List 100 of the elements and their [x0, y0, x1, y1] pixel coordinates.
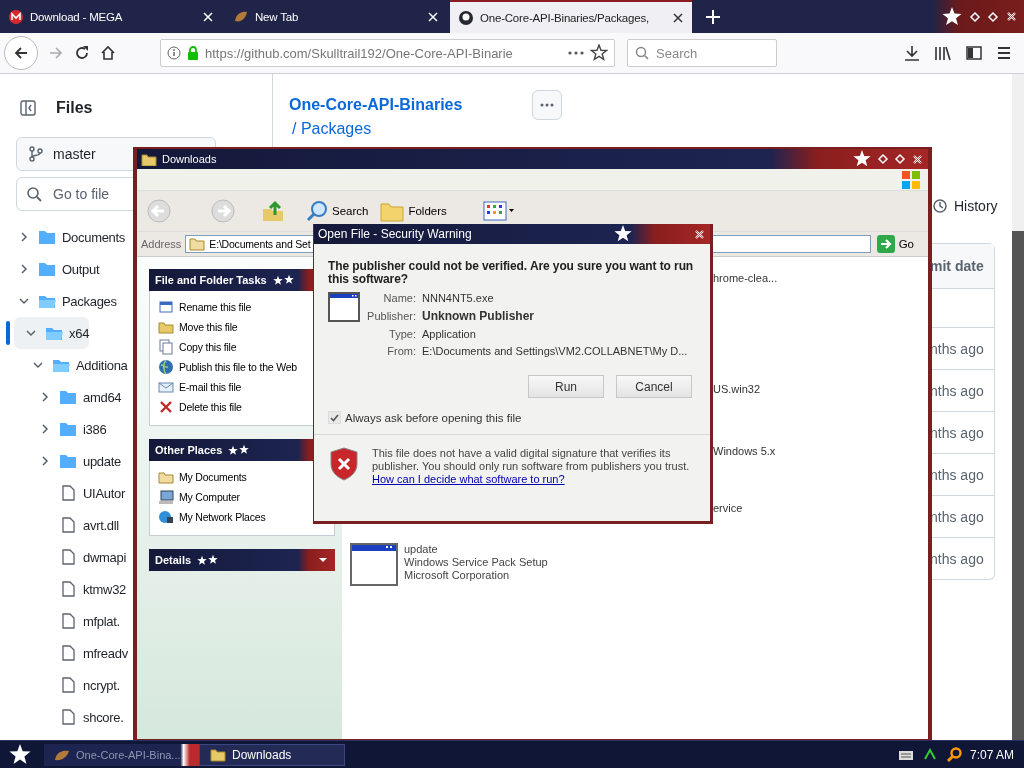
- item-label: Additiona: [76, 357, 128, 373]
- more-dots-icon[interactable]: [568, 51, 584, 55]
- sidebar-icon[interactable]: [966, 45, 982, 61]
- checkbox-label: Always ask before opening this file: [345, 411, 522, 424]
- restore-icon[interactable]: [969, 10, 981, 23]
- item-label: i386: [83, 421, 107, 437]
- back-button[interactable]: [4, 36, 38, 70]
- field-label: Type:: [388, 328, 416, 340]
- tree-item[interactable]: avrt.dll: [14, 509, 119, 541]
- item-label: update: [83, 453, 121, 469]
- reload-icon[interactable]: [74, 45, 90, 61]
- file-description: Windows Service Pack Setup: [404, 556, 548, 569]
- file-icon: [59, 709, 77, 725]
- address-label: Address: [141, 238, 182, 250]
- tree-item[interactable]: Packages: [14, 285, 117, 317]
- tree-item[interactable]: UIAutor: [14, 477, 125, 509]
- download-icon[interactable]: [904, 45, 920, 61]
- delete-icon: [158, 399, 174, 415]
- taskbar-button[interactable]: One-Core-API-Bina...: [44, 744, 199, 766]
- back-arrow-icon: [13, 45, 29, 61]
- selection-indicator: [6, 321, 10, 345]
- address-bar[interactable]: https://github.com/Skulltrail192/One-Core-API-Binarie: [160, 39, 615, 67]
- field-value: E:\Documents and Settings\VM2.COLLABNET\My D...: [422, 345, 688, 357]
- home-icon[interactable]: [100, 45, 116, 61]
- dialog-button[interactable]: Run: [528, 375, 604, 398]
- file-label: US.win32: [713, 383, 761, 395]
- browser-tab[interactable]: New Tab: [225, 0, 447, 33]
- item-label: shcore.: [83, 709, 124, 725]
- tree-item[interactable]: amd64: [14, 381, 122, 413]
- program-icon: [328, 292, 360, 324]
- history-link[interactable]: History: [932, 196, 1012, 216]
- folder-icon: [59, 453, 77, 469]
- tree-item[interactable]: Output: [14, 253, 100, 285]
- magnifier-icon[interactable]: [945, 747, 962, 763]
- checkbox[interactable]: [328, 411, 341, 424]
- tree-item[interactable]: ncrypt.: [14, 669, 120, 701]
- folder-icon: [59, 389, 77, 405]
- search-icon: [635, 46, 649, 60]
- tree-item[interactable]: Documents: [14, 221, 126, 253]
- scrollbar[interactable]: [1012, 74, 1024, 741]
- arrow-right-icon: [876, 235, 895, 253]
- repo-link[interactable]: One-Core-API-Binaries: [289, 96, 463, 114]
- folder-icon: [59, 421, 77, 437]
- panel-title: Details: [155, 554, 192, 566]
- file-icon: [59, 485, 77, 501]
- program-icon: [350, 543, 398, 586]
- maximize-icon[interactable]: [894, 153, 906, 165]
- file-item[interactable]: update Windows Service Pack Setup Microsoft Corporation: [350, 543, 548, 586]
- scrollbar-thumb[interactable]: [1012, 231, 1024, 741]
- tree-item[interactable]: i386: [14, 413, 107, 445]
- close-icon[interactable]: [911, 152, 924, 166]
- item-label: mfplat.: [83, 613, 120, 629]
- item-label: mfreadv: [83, 645, 128, 661]
- item-label: Output: [62, 261, 100, 277]
- star-outline-icon[interactable]: [590, 44, 608, 62]
- url-text: https://github.com/Skulltrail192/One-Core-API-Binarie: [205, 45, 513, 61]
- close-icon[interactable]: [693, 227, 706, 241]
- field-label: From:: [386, 345, 416, 357]
- item-label: Documents: [62, 229, 126, 245]
- tree-item[interactable]: mfplat.: [14, 605, 120, 637]
- search-field[interactable]: Search: [627, 39, 777, 67]
- library-icon[interactable]: [934, 45, 952, 61]
- tree-item[interactable]: Additiona: [14, 349, 128, 381]
- taskbar-button[interactable]: Downloads: [199, 744, 345, 766]
- folder-icon: [45, 325, 63, 341]
- file-name: update: [404, 543, 439, 556]
- branch-icon: [29, 146, 43, 162]
- file-label: Windows 5.x: [713, 445, 776, 457]
- envelope-icon: [158, 379, 174, 395]
- item-label: amd64: [83, 389, 122, 405]
- keyboard-icon[interactable]: [897, 749, 914, 761]
- minimize-icon[interactable]: [877, 153, 889, 165]
- tree-item[interactable]: dwmapi: [14, 541, 126, 573]
- toolbar-button[interactable]: Folders: [377, 198, 450, 224]
- close-icon[interactable]: [672, 11, 684, 24]
- breadcrumb-link[interactable]: / Packages: [292, 120, 372, 138]
- folder-up-icon[interactable]: [261, 199, 285, 223]
- sidebar-title: Files: [56, 99, 93, 117]
- field-value: Application: [422, 328, 477, 340]
- file-icon: [59, 613, 77, 629]
- browser-tab[interactable]: One-Core-API-Binaries/Packages,: [450, 0, 692, 33]
- field-label: Publisher:: [366, 310, 416, 322]
- dialog-button[interactable]: Cancel: [616, 375, 692, 398]
- panel-header[interactable]: Details: [149, 549, 335, 571]
- tree-item[interactable]: ktmw32: [14, 573, 126, 605]
- tree-item[interactable]: mfreadv: [14, 637, 128, 669]
- file-label: ervice: [713, 502, 743, 514]
- leaf-icon: [54, 748, 70, 762]
- maximize-icon[interactable]: [987, 10, 999, 23]
- menu-icon[interactable]: [996, 45, 1012, 61]
- file-icon: [59, 549, 77, 565]
- panel-toggle-icon[interactable]: [20, 100, 36, 116]
- toolbar-button[interactable]: Search: [303, 198, 372, 224]
- item-label: UIAutor: [83, 485, 125, 501]
- go-button[interactable]: Go: [874, 235, 924, 253]
- tree-item[interactable]: shcore.: [14, 701, 124, 733]
- plus-icon[interactable]: [705, 8, 721, 25]
- help-link[interactable]: How can I decide what software to run?: [372, 473, 565, 485]
- tree-item[interactable]: update: [14, 445, 121, 477]
- browser-tab[interactable]: Download - MEGA: [0, 0, 222, 33]
